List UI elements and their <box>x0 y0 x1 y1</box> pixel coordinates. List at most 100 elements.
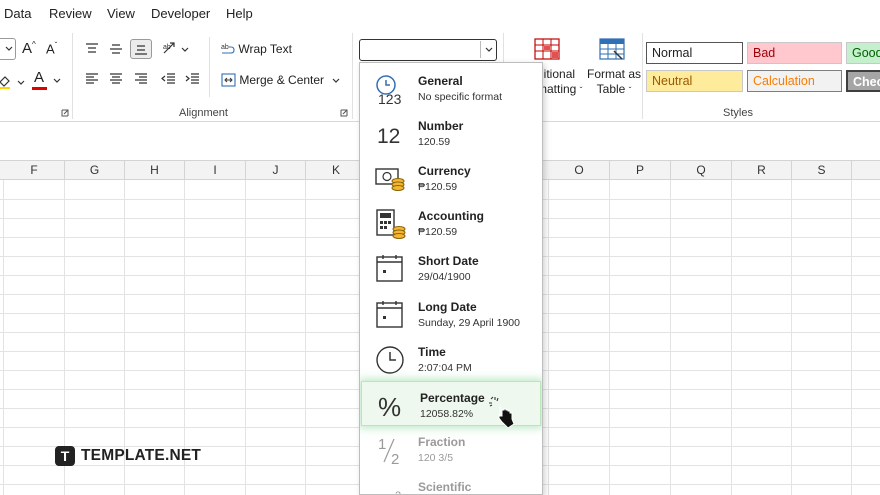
template-logo-icon: T <box>55 446 75 466</box>
format-as-table-button[interactable]: Format as Table ˇ <box>587 67 641 98</box>
format-option-label: Short Date <box>418 254 479 268</box>
svg-text:2: 2 <box>395 490 401 495</box>
chevron-down-icon[interactable] <box>53 78 61 84</box>
divider <box>642 33 643 119</box>
format-option-sample: ₱120.59 <box>418 181 458 193</box>
styles-group-label: Styles <box>723 107 753 119</box>
format-option-currency[interactable]: Currency ₱120.59 <box>360 155 542 200</box>
style-normal[interactable]: Normal <box>646 42 743 64</box>
format-option-label: Fraction <box>418 435 466 449</box>
column-header-q[interactable]: Q <box>671 161 732 180</box>
format-option-time[interactable]: Time 2:07:04 PM <box>360 336 542 381</box>
format-option-sample: 29/04/1900 <box>418 271 471 283</box>
menu-help[interactable]: Help <box>226 6 253 21</box>
format-option-general[interactable]: 123 General No specific format <box>360 65 542 110</box>
grow-font-button[interactable]: A^ <box>22 40 36 57</box>
fill-color-icon[interactable] <box>0 73 12 89</box>
currency-icon <box>375 168 405 191</box>
bottom-align-icon <box>135 45 147 55</box>
style-check[interactable]: Check <box>846 70 880 92</box>
conditional-formatting-button[interactable]: ditional matting ˇ <box>537 67 582 98</box>
accounting-icon <box>376 209 406 239</box>
grid-column-line <box>245 180 246 495</box>
format-option-sample: 12058.82% <box>420 408 474 420</box>
column-header-p[interactable]: P <box>610 161 671 180</box>
dialog-launcher-icon[interactable] <box>61 109 69 117</box>
chevron-down-icon[interactable] <box>332 78 340 84</box>
column-header-h[interactable]: H <box>125 161 185 180</box>
format-option-fraction[interactable]: 12 Fraction 120 3/5 <box>360 426 542 471</box>
format-option-label: Currency <box>418 164 471 178</box>
chevron-down-icon[interactable] <box>181 47 189 53</box>
format-option-label: Time <box>418 345 446 359</box>
format-option-percentage[interactable]: % Percentage 12058.82% <box>361 381 541 429</box>
column-header-s[interactable]: S <box>792 161 852 180</box>
format-option-sample: Sunday, 29 April 1900 <box>418 317 520 329</box>
grid-column-line <box>305 180 306 495</box>
divider <box>352 33 353 119</box>
dialog-launcher-icon[interactable] <box>340 109 348 117</box>
style-good[interactable]: Good <box>846 42 880 64</box>
format-option-number[interactable]: 12 Number 120.59 <box>360 110 542 155</box>
calendar-icon <box>376 301 403 328</box>
grid-column-line <box>791 180 792 495</box>
middle-align-icon[interactable] <box>109 43 123 55</box>
top-align-icon[interactable] <box>85 43 99 55</box>
column-header-j[interactable]: J <box>246 161 306 180</box>
align-left-icon[interactable] <box>85 73 99 85</box>
column-header-g[interactable]: G <box>65 161 125 180</box>
increase-indent-icon[interactable] <box>185 73 200 85</box>
svg-text:123: 123 <box>378 91 402 105</box>
grid-column-line <box>670 180 671 495</box>
percent-icon: % <box>378 392 401 422</box>
menu-review[interactable]: Review <box>49 6 92 21</box>
svg-text:12: 12 <box>377 125 400 148</box>
svg-text:2: 2 <box>391 451 399 466</box>
format-option-label: Percentage <box>420 391 485 405</box>
merge-center-button[interactable]: Merge & Center <box>221 73 324 87</box>
menu-data[interactable]: Data <box>4 6 31 21</box>
format-option-short-date[interactable]: Short Date 29/04/1900 <box>360 245 542 290</box>
shrink-font-button[interactable]: Aˇ <box>46 41 57 56</box>
number-format-combo[interactable] <box>359 39 497 61</box>
align-center-icon[interactable] <box>109 73 123 85</box>
svg-text:ab: ab <box>221 44 229 51</box>
column-header-k[interactable]: K <box>306 161 367 180</box>
column-header-f[interactable]: F <box>4 161 65 180</box>
format-option-scientific[interactable]: 102 Scientific <box>360 471 542 495</box>
format-option-long-date[interactable]: Long Date Sunday, 29 April 1900 <box>360 291 542 336</box>
style-bad[interactable]: Bad <box>747 42 842 64</box>
format-option-label: General <box>418 74 463 88</box>
orientation-icon[interactable]: ab <box>162 41 178 55</box>
column-header-o[interactable]: O <box>549 161 610 180</box>
menu-bar: Data Review View Developer Help <box>0 0 880 27</box>
font-color-button[interactable]: A <box>34 69 44 86</box>
fraction-icon: 12 <box>378 436 399 466</box>
menu-view[interactable]: View <box>107 6 135 21</box>
number-format-dropdown-button[interactable] <box>480 41 495 58</box>
grid-column-line <box>731 180 732 495</box>
format-option-accounting[interactable]: Accounting ₱120.59 <box>360 200 542 245</box>
wrap-text-icon: ab <box>221 44 235 54</box>
calendar-icon <box>376 255 403 282</box>
menu-developer[interactable]: Developer <box>151 6 210 21</box>
conditional-formatting-icon[interactable] <box>533 37 561 61</box>
format-as-table-icon[interactable] <box>598 37 626 61</box>
grid-column-line <box>851 180 852 495</box>
format-option-label: Number <box>418 119 464 133</box>
chevron-down-icon <box>5 46 13 51</box>
format-option-sample: 2:07:04 PM <box>418 362 472 374</box>
column-header-r[interactable]: R <box>732 161 792 180</box>
align-right-icon[interactable] <box>134 73 148 85</box>
font-size-dropdown[interactable] <box>0 38 16 60</box>
svg-text:1: 1 <box>378 436 386 453</box>
mouse-pointer-icon <box>489 396 515 429</box>
style-neutral[interactable]: Neutral <box>646 70 743 92</box>
wrap-text-button[interactable]: ab Wrap Text <box>221 42 292 56</box>
decrease-indent-icon[interactable] <box>161 73 176 85</box>
scientific-icon: 102 <box>395 490 401 495</box>
chevron-down-icon[interactable] <box>17 80 25 86</box>
style-calculation[interactable]: Calculation <box>747 70 842 92</box>
column-header-i[interactable]: I <box>185 161 246 180</box>
bottom-align-button[interactable] <box>130 39 152 59</box>
